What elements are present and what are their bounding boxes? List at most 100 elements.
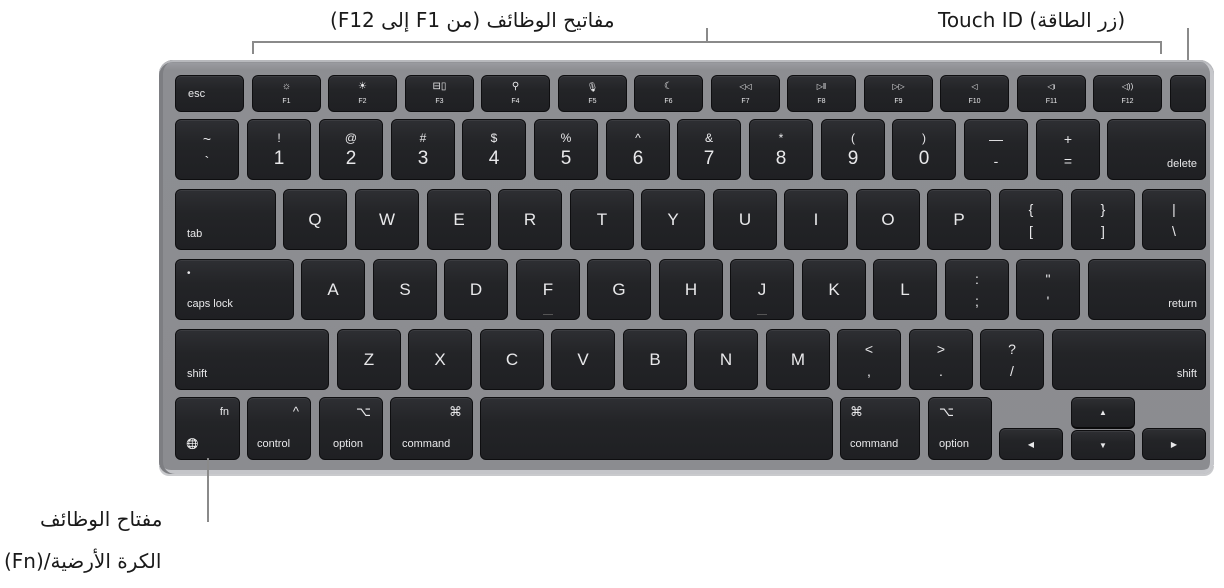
key-e[interactable]: E: [427, 189, 491, 250]
key-7[interactable]: & 7: [677, 119, 741, 180]
key-w[interactable]: W: [355, 189, 419, 250]
key-6[interactable]: ^ 6: [606, 119, 670, 180]
key-u[interactable]: U: [713, 189, 777, 250]
key-f2[interactable]: ☀ F2: [328, 75, 397, 112]
key-f8[interactable]: ▷‖ F8: [787, 75, 856, 112]
key-space[interactable]: [480, 397, 833, 460]
key-slash[interactable]: ? /: [980, 329, 1044, 390]
key-f11[interactable]: ◁ı F11: [1017, 75, 1086, 112]
key-backtick[interactable]: ~ `: [175, 119, 239, 180]
key-option-left[interactable]: ⌥ option: [319, 397, 383, 460]
option-icon: ⌥: [939, 404, 954, 419]
key-f3[interactable]: ⊟▯ F3: [405, 75, 474, 112]
key-8[interactable]: * 8: [749, 119, 813, 180]
key-f12[interactable]: ◁)) F12: [1093, 75, 1162, 112]
key-k[interactable]: K: [802, 259, 866, 320]
key-touch-id[interactable]: [1170, 75, 1206, 112]
key-caps-lock[interactable]: • caps lock: [175, 259, 294, 320]
key-backslash[interactable]: | \: [1142, 189, 1206, 250]
fn-callout-line2: (Fn)/الكرة الأرضية: [4, 549, 162, 573]
key-tab[interactable]: tab: [175, 189, 276, 250]
key-y[interactable]: Y: [641, 189, 705, 250]
key-g[interactable]: G: [587, 259, 651, 320]
arrow-left-icon: ◀: [1027, 439, 1035, 449]
key-shift-left[interactable]: shift: [175, 329, 329, 390]
key-2[interactable]: @2: [319, 119, 383, 180]
key-1[interactable]: ! 1: [247, 119, 311, 180]
key-option-right[interactable]: ⌥ option: [928, 397, 992, 460]
key-right-bracket[interactable]: }]: [1071, 189, 1135, 250]
key-4[interactable]: $4: [462, 119, 526, 180]
key-n[interactable]: N: [694, 329, 758, 390]
key-f6[interactable]: ☾ F6: [634, 75, 703, 112]
key-label: F2: [358, 98, 367, 105]
key-label: F9: [894, 98, 903, 105]
key-label: option: [939, 438, 969, 450]
key-arrow-up[interactable]: ▲: [1071, 397, 1135, 429]
key-quote[interactable]: " ': [1016, 259, 1080, 320]
key-3[interactable]: #3: [391, 119, 455, 180]
key-label: P: [953, 209, 965, 229]
key-shift-label: ?: [1008, 340, 1016, 357]
key-r[interactable]: R: [498, 189, 562, 250]
key-semicolon[interactable]: :;: [945, 259, 1009, 320]
key-i[interactable]: I: [784, 189, 848, 250]
volume-down-icon: ◁ı: [1047, 82, 1056, 91]
key-p[interactable]: P: [927, 189, 991, 250]
key-0[interactable]: ) 0: [892, 119, 956, 180]
key-command-left[interactable]: ⌘ command: [390, 397, 473, 460]
key-j[interactable]: J: [730, 259, 794, 320]
key-label: option: [333, 438, 363, 450]
key-d[interactable]: D: [444, 259, 508, 320]
key-v[interactable]: V: [551, 329, 615, 390]
key-label: ,: [867, 362, 871, 379]
key-minus[interactable]: — -: [964, 119, 1028, 180]
key-arrow-down[interactable]: ▼: [1071, 430, 1135, 460]
key-shift-label: —: [989, 130, 1003, 147]
key-a[interactable]: A: [301, 259, 365, 320]
key-command-right[interactable]: ⌘ command: [840, 397, 920, 460]
control-icon: ^: [292, 404, 299, 419]
key-label: caps lock: [187, 298, 233, 310]
arrow-down-icon: ▼: [1099, 440, 1107, 450]
key-f1[interactable]: ☼ F1: [252, 75, 321, 112]
key-equals[interactable]: + =: [1036, 119, 1100, 180]
key-esc[interactable]: esc: [175, 75, 244, 112]
moon-icon: ☾: [664, 81, 673, 92]
key-label: O: [881, 209, 895, 229]
fn-leader: [207, 458, 209, 522]
key-f10[interactable]: ◁ F10: [940, 75, 1009, 112]
key-left-bracket[interactable]: {[: [999, 189, 1063, 250]
key-t[interactable]: T: [570, 189, 634, 250]
key-q[interactable]: Q: [283, 189, 347, 250]
key-period[interactable]: >.: [909, 329, 973, 390]
key-comma[interactable]: <,: [837, 329, 901, 390]
key-s[interactable]: S: [373, 259, 437, 320]
key-c[interactable]: C: [480, 329, 544, 390]
key-z[interactable]: Z: [337, 329, 401, 390]
key-arrow-right[interactable]: ▶: [1142, 428, 1206, 460]
key-shift-right[interactable]: shift: [1052, 329, 1206, 390]
key-label: D: [469, 279, 483, 299]
key-shift-label: }: [1100, 200, 1106, 217]
key-h[interactable]: H: [659, 259, 723, 320]
key-delete[interactable]: delete: [1107, 119, 1206, 180]
key-fn-globe[interactable]: fn 🌐: [175, 397, 240, 460]
key-f[interactable]: F: [516, 259, 580, 320]
key-label: Z: [363, 349, 375, 369]
key-l[interactable]: L: [873, 259, 937, 320]
key-f4[interactable]: ⚲ F4: [481, 75, 550, 112]
key-return[interactable]: return: [1088, 259, 1206, 320]
key-f9[interactable]: ▷▷ F9: [864, 75, 933, 112]
key-label: T: [596, 209, 608, 229]
key-9[interactable]: (9: [821, 119, 885, 180]
key-f7[interactable]: ◁◁ F7: [711, 75, 780, 112]
key-x[interactable]: X: [408, 329, 472, 390]
key-arrow-left[interactable]: ◀: [999, 428, 1063, 460]
key-m[interactable]: M: [766, 329, 830, 390]
key-f5[interactable]: 🎙 F5: [558, 75, 627, 112]
key-5[interactable]: % 5: [534, 119, 598, 180]
key-b[interactable]: B: [623, 329, 687, 390]
key-control[interactable]: ^ control: [247, 397, 311, 460]
key-o[interactable]: O: [856, 189, 920, 250]
